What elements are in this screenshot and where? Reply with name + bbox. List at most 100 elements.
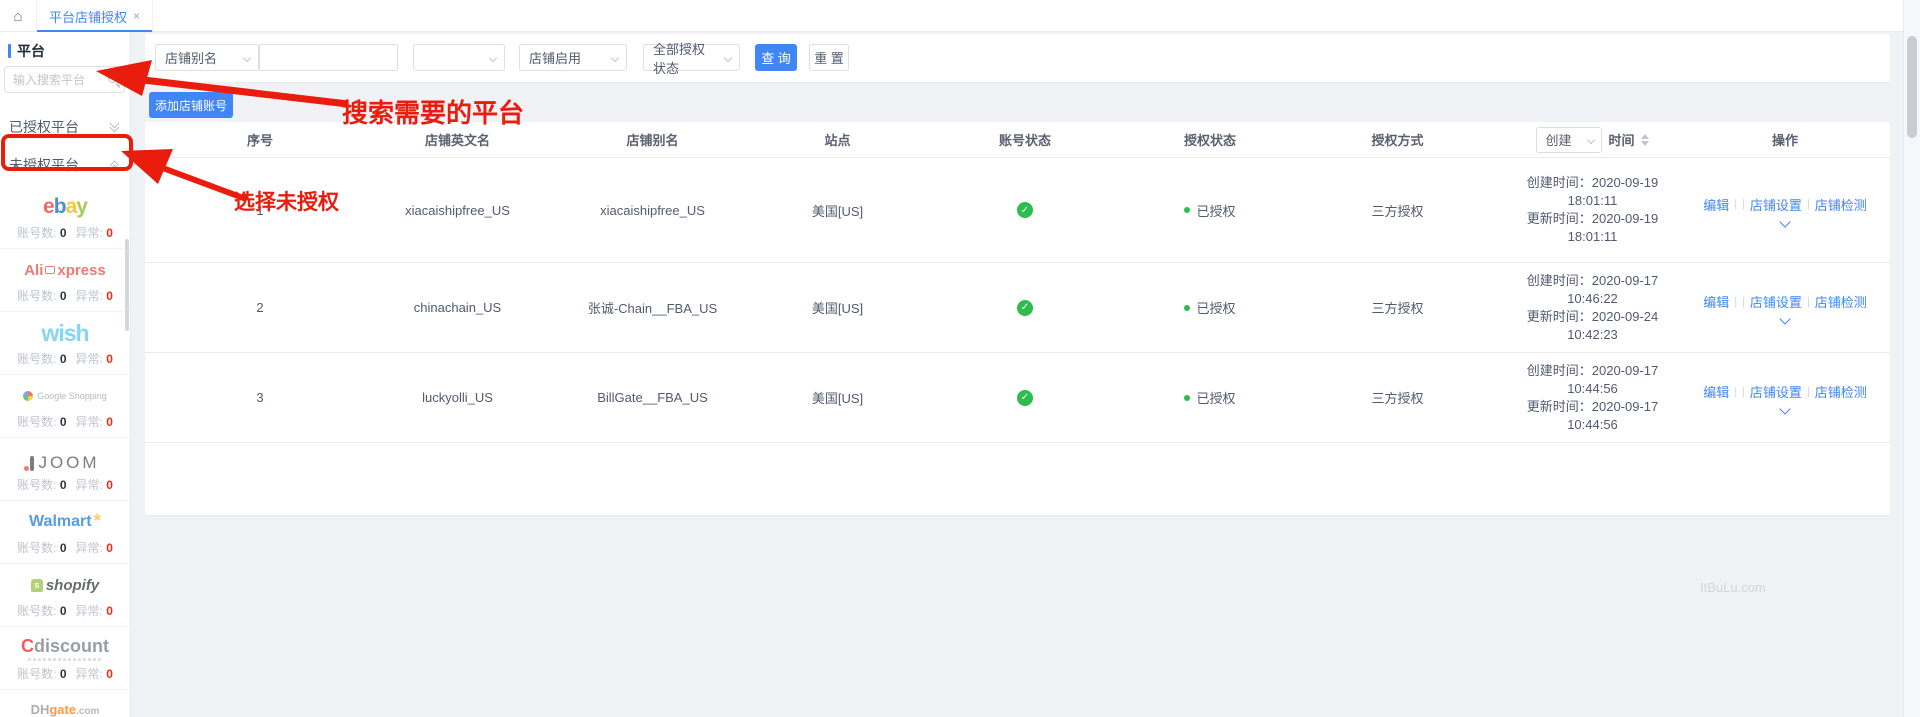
keyword-input[interactable] <box>260 45 397 70</box>
cell-en-name: xiacaishipfree_US <box>355 203 560 218</box>
edit-link[interactable]: 编辑 <box>1703 292 1729 311</box>
check-circle-icon: ✓ <box>1017 202 1033 218</box>
store-check-link[interactable]: 店铺检测 <box>1815 292 1867 311</box>
tab-platform-store-auth[interactable]: 平台店铺授权 × <box>37 0 153 32</box>
cell-alias: 张诚-Chain__FBA_US <box>560 298 745 317</box>
accent-bar <box>8 44 11 58</box>
reset-button[interactable]: 重 置 <box>809 44 849 71</box>
check-circle-icon: ✓ <box>1017 390 1033 406</box>
platform-stats: 账号数: 0 异常: 0 <box>17 539 113 556</box>
cdiscount-tagline <box>28 658 102 661</box>
platform-sidebar: 平台 已授权平台 未授权平台 ebay 账号数: 0 异常: 0 <box>0 32 131 717</box>
platform-search-input[interactable] <box>13 73 100 87</box>
google-icon <box>23 391 33 401</box>
home-icon: ⌂ <box>13 8 22 25</box>
page-scrollbar[interactable] <box>1903 0 1920 717</box>
field-select[interactable]: 店铺别名 <box>155 44 259 71</box>
tab-bar: ⌂ 平台店铺授权 × <box>0 0 1920 32</box>
store-check-link[interactable]: 店铺检测 <box>1815 382 1867 401</box>
auth-status-text: 已授权 <box>1196 201 1235 220</box>
edit-link[interactable]: 编辑 <box>1703 382 1729 401</box>
site-select[interactable] <box>413 44 505 71</box>
platform-item-dhgate[interactable]: DHgate.com 账号数: 0 异常: 0 <box>0 690 130 717</box>
platform-item-walmart[interactable]: Walmart * 账号数: 0 异常: 0 <box>0 501 130 564</box>
platform-item-ebay[interactable]: ebay 账号数: 0 异常: 0 <box>0 186 130 249</box>
more-actions-chevron-icon[interactable] <box>1779 216 1790 227</box>
cell-site: 美国[US] <box>745 201 930 220</box>
platform-item-joom[interactable]: JOOM 账号数: 0 异常: 0 <box>0 438 130 501</box>
platform-search-box[interactable] <box>4 66 125 93</box>
sidebar-section-title: 平台 <box>0 36 130 66</box>
status-dot-icon <box>1184 395 1190 401</box>
store-settings-link[interactable]: 店铺设置 <box>1750 292 1802 311</box>
auth-status-text: 已授权 <box>1196 388 1235 407</box>
col-account-status: 账号状态 <box>930 130 1120 149</box>
platform-stats: 账号数: 0 异常: 0 <box>17 476 113 493</box>
col-auth-status: 授权状态 <box>1120 130 1300 149</box>
store-check-link[interactable]: 店铺检测 <box>1815 195 1867 214</box>
chevron-down-icon <box>724 54 732 62</box>
search-icon <box>108 74 117 83</box>
platform-item-cdiscount[interactable]: Cdiscount 账号数: 0 异常: 0 <box>0 627 130 690</box>
add-store-account-button[interactable]: 添加店铺账号 <box>149 92 233 118</box>
time-type-select[interactable]: 创建 <box>1536 127 1602 153</box>
cell-ops: 编辑 || 店铺设置 | 店铺检测 <box>1690 195 1880 226</box>
platform-stats: 账号数: 0 异常: 0 <box>17 602 113 619</box>
col-time: 创建 时间 <box>1495 127 1690 153</box>
store-settings-link[interactable]: 店铺设置 <box>1750 195 1802 214</box>
platform-item-shopify[interactable]: s shopify 账号数: 0 异常: 0 <box>0 564 130 627</box>
shopify-logo-icon: s shopify <box>31 571 99 599</box>
double-chevron-down-icon <box>111 124 118 131</box>
cell-en-name: chinachain_US <box>355 300 560 315</box>
cell-site: 美国[US] <box>745 298 930 317</box>
col-alias: 店铺别名 <box>560 130 745 149</box>
walmart-logo-icon: Walmart * <box>29 508 101 536</box>
cdiscount-logo-icon: Cdiscount <box>21 634 109 662</box>
joom-mark-icon <box>30 456 34 471</box>
platform-item-wish[interactable]: wish 账号数: 0 异常: 0 <box>0 312 130 375</box>
platform-stats: 账号数: 0 异常: 0 <box>17 350 113 367</box>
store-table: 序号 店铺英文名 店铺别名 站点 账号状态 授权状态 授权方式 创建 时间 操作 <box>145 122 1890 515</box>
cell-alias: BillGate__FBA_US <box>560 390 745 405</box>
group-unauthorized-platforms[interactable]: 未授权平台 <box>0 150 130 180</box>
platform-item-aliexpress[interactable]: Alixpress 账号数: 0 异常: 0 <box>0 249 130 312</box>
main-content: 店铺别名 店铺启用 全部授权状态 查 询 重 置 添加店铺账号 <box>131 32 1903 717</box>
platform-store-auth-page: ⌂ 平台店铺授权 × 平台 已授权平台 未授权平台 ebay <box>0 0 1920 717</box>
auth-status-text: 已授权 <box>1196 298 1235 317</box>
cell-index: 2 <box>165 300 355 315</box>
cell-auth-method: 三方授权 <box>1300 388 1495 407</box>
cell-time: 创建时间：2020-09-17 10:44:56 更新时间：2020-09-17… <box>1495 362 1690 434</box>
cell-en-name: luckyolli_US <box>355 390 560 405</box>
wish-logo-icon: wish <box>41 319 88 347</box>
platform-stats: 账号数: 0 异常: 0 <box>17 665 113 682</box>
close-icon[interactable]: × <box>133 9 140 23</box>
platform-item-google-shopping[interactable]: Google Shopping 账号数: 0 异常: 0 <box>0 375 130 438</box>
store-enable-select[interactable]: 店铺启用 <box>519 44 627 71</box>
sort-icon[interactable] <box>1641 134 1649 146</box>
table-row: 2 chinachain_US 张诚-Chain__FBA_US 美国[US] … <box>145 263 1890 353</box>
auth-status-select[interactable]: 全部授权状态 <box>643 44 740 71</box>
scrollbar-thumb[interactable] <box>1907 36 1917 138</box>
group-authorized-platforms[interactable]: 已授权平台 <box>0 112 130 142</box>
sidebar-scrollbar[interactable] <box>125 239 129 331</box>
more-actions-chevron-icon[interactable] <box>1779 313 1790 324</box>
home-button[interactable]: ⌂ <box>0 0 37 32</box>
dhgate-logo-icon: DHgate.com <box>31 697 100 717</box>
filter-bar: 店铺别名 店铺启用 全部授权状态 查 询 重 置 <box>145 34 1890 82</box>
tab-title: 平台店铺授权 <box>49 7 127 26</box>
store-settings-link[interactable]: 店铺设置 <box>1750 382 1802 401</box>
double-chevron-up-icon <box>111 162 118 169</box>
platform-stats: 账号数: 0 异常: 0 <box>17 287 113 304</box>
col-en-name: 店铺英文名 <box>355 130 560 149</box>
check-circle-icon: ✓ <box>1017 300 1033 316</box>
more-actions-chevron-icon[interactable] <box>1779 403 1790 414</box>
cell-index: 3 <box>165 390 355 405</box>
table-row: 3 luckyolli_US BillGate__FBA_US 美国[US] ✓… <box>145 353 1890 443</box>
edit-link[interactable]: 编辑 <box>1703 195 1729 214</box>
annotation-select-hint: 选择未授权 <box>234 186 339 216</box>
platform-stats: 账号数: 0 异常: 0 <box>17 413 113 430</box>
col-site: 站点 <box>745 130 930 149</box>
watermark: ItBuLu.com <box>1700 580 1766 595</box>
cell-auth-method: 三方授权 <box>1300 201 1495 220</box>
search-button[interactable]: 查 询 <box>755 44 797 71</box>
